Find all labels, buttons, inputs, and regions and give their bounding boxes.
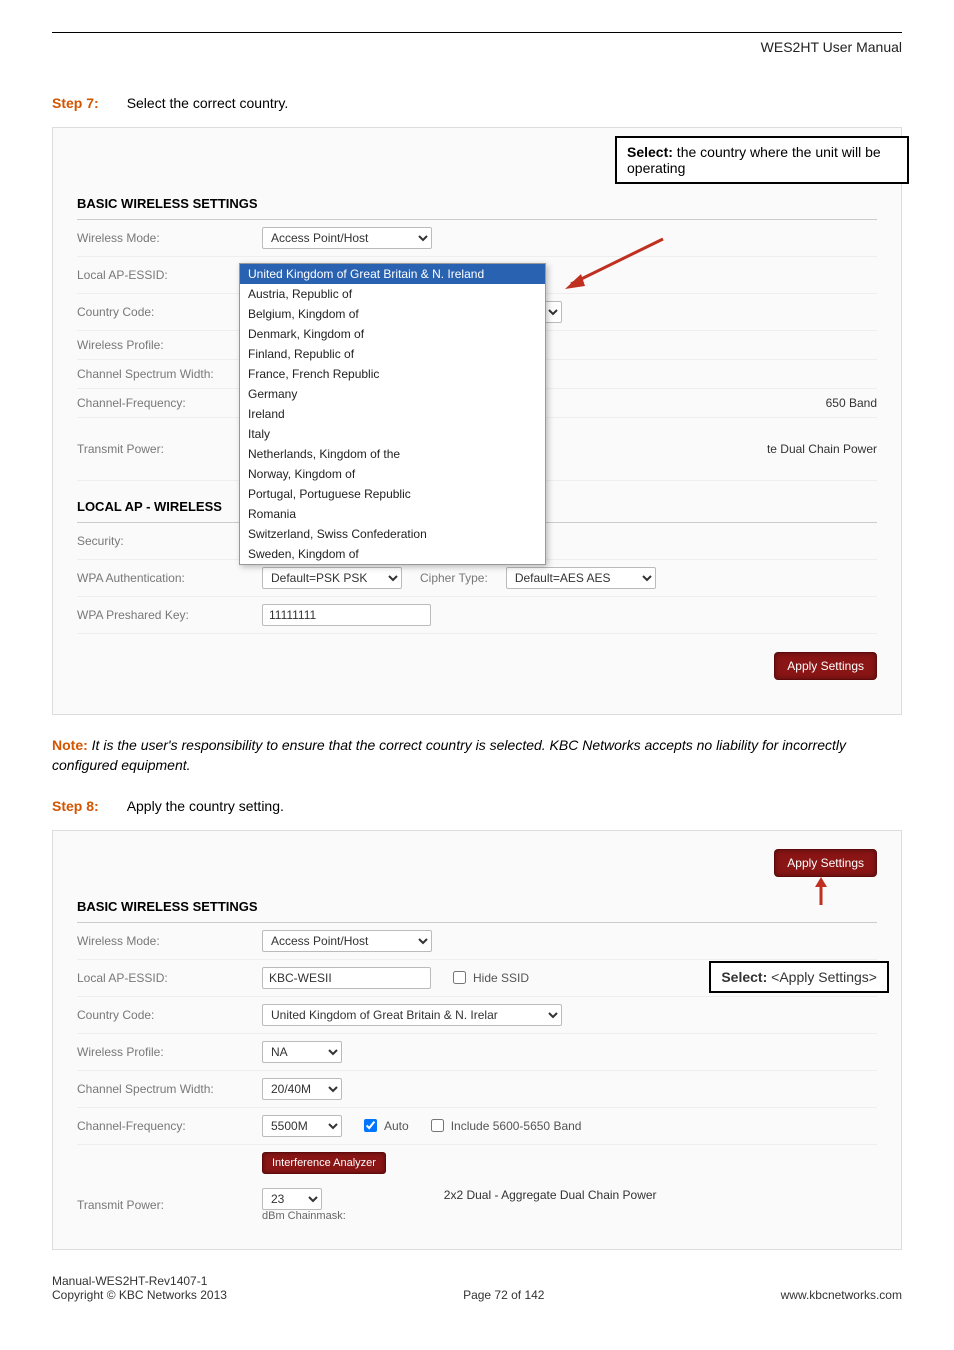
arrow-up-icon xyxy=(811,877,831,907)
note-label: Note: xyxy=(52,737,88,753)
essid-input[interactable] xyxy=(262,967,431,989)
tp-label: Transmit Power: xyxy=(77,442,262,456)
cf-select[interactable]: 5500M xyxy=(262,1115,342,1137)
country-option[interactable]: Switzerland, Swiss Confederation xyxy=(240,524,545,544)
cf-label: Channel-Frequency: xyxy=(77,396,262,410)
hide-ssid-checkbox[interactable] xyxy=(453,971,466,984)
csw-label: Channel Spectrum Width: xyxy=(77,1082,262,1096)
country-option[interactable]: Denmark, Kingdom of xyxy=(240,324,545,344)
country-option[interactable]: Belgium, Kingdom of xyxy=(240,304,545,324)
country-option[interactable]: Austria, Republic of xyxy=(240,284,545,304)
footer-page: Page 72 of 142 xyxy=(463,1288,544,1302)
section-basic-wireless: BASIC WIRELESS SETTINGS xyxy=(77,188,877,220)
country-code-label: Country Code: xyxy=(77,1008,262,1022)
aggregate-power-text: 2x2 Dual - Aggregate Dual Chain Power xyxy=(444,1188,657,1202)
cf-label: Channel-Frequency: xyxy=(77,1119,262,1133)
country-option[interactable]: Italy xyxy=(240,424,545,444)
csw-select[interactable]: 20/40M xyxy=(262,1078,342,1100)
wireless-mode-select[interactable]: Access Point/Host xyxy=(262,227,432,249)
apply-settings-button[interactable]: Apply Settings xyxy=(774,652,877,680)
cipher-label: Cipher Type: xyxy=(420,571,488,585)
step7-text: Select the correct country. xyxy=(127,95,289,111)
security-label: Security: xyxy=(77,534,262,548)
essid-label: Local AP-ESSID: xyxy=(77,971,262,985)
step8-text: Apply the country setting. xyxy=(127,798,284,814)
cipher-select[interactable]: Default=AES AES xyxy=(506,567,656,589)
interference-analyzer-button[interactable]: Interference Analyzer xyxy=(262,1152,386,1174)
include-band-label: Include 5600-5650 Band xyxy=(451,1119,582,1133)
note-body: It is the user's responsibility to ensur… xyxy=(52,737,846,773)
country-code-label: Country Code: xyxy=(77,305,262,319)
wpa-auth-select[interactable]: Default=PSK PSK xyxy=(262,567,402,589)
csw-label: Channel Spectrum Width: xyxy=(77,367,262,381)
apply-settings-button[interactable]: Apply Settings xyxy=(774,849,877,877)
hide-ssid-label: Hide SSID xyxy=(473,971,529,985)
wireless-profile-select[interactable]: NA xyxy=(262,1041,342,1063)
footer-copyright: Copyright © KBC Networks 2013 xyxy=(52,1288,227,1302)
callout-select-country: Select: the country where the unit will … xyxy=(615,136,909,184)
essid-label: Local AP-ESSID: xyxy=(77,268,262,282)
country-option[interactable]: Ireland xyxy=(240,404,545,424)
auto-checkbox[interactable] xyxy=(364,1119,377,1132)
country-dropdown-list[interactable]: United Kingdom of Great Britain & N. Ire… xyxy=(239,263,546,565)
wireless-mode-label: Wireless Mode: xyxy=(77,231,262,245)
wpa-auth-label: WPA Authentication: xyxy=(77,571,262,585)
country-option[interactable]: Sweden, Kingdom of xyxy=(240,544,545,564)
step8-label: Step 8: xyxy=(52,798,99,814)
country-option[interactable]: Portugal, Portuguese Republic xyxy=(240,484,545,504)
country-option[interactable]: United Kingdom of Great Britain & N. Ire… xyxy=(240,264,545,284)
country-option[interactable]: Finland, Republic of xyxy=(240,344,545,364)
step7-label: Step 7: xyxy=(52,95,99,111)
footer-url: www.kbcnetworks.com xyxy=(781,1288,902,1302)
footer-manual-id: Manual-WES2HT-Rev1407-1 xyxy=(52,1274,227,1288)
include-band-checkbox[interactable] xyxy=(431,1119,444,1132)
tp-label: Transmit Power: xyxy=(77,1198,262,1212)
auto-label: Auto xyxy=(384,1119,409,1133)
callout-apply-settings: Select: <Apply Settings> xyxy=(709,961,889,993)
doc-title: WES2HT User Manual xyxy=(52,39,902,55)
country-code-select[interactable]: United Kingdom of Great Britain & N. Ire… xyxy=(262,1004,562,1026)
wireless-mode-select[interactable]: Access Point/Host xyxy=(262,930,432,952)
psk-label: WPA Preshared Key: xyxy=(77,608,262,622)
band-text: 650 Band xyxy=(826,396,877,410)
wireless-profile-label: Wireless Profile: xyxy=(77,338,262,352)
wireless-profile-label: Wireless Profile: xyxy=(77,1045,262,1059)
country-option[interactable]: Netherlands, Kingdom of the xyxy=(240,444,545,464)
country-option[interactable]: Germany xyxy=(240,384,545,404)
chainmask-label: dBm Chainmask: xyxy=(262,1210,346,1222)
country-option[interactable]: Norway, Kingdom of xyxy=(240,464,545,484)
country-option[interactable]: Romania xyxy=(240,504,545,524)
psk-input[interactable] xyxy=(262,604,431,626)
country-option[interactable]: France, French Republic xyxy=(240,364,545,384)
section-basic-wireless: BASIC WIRELESS SETTINGS xyxy=(77,891,877,923)
chainpower-text: te Dual Chain Power xyxy=(767,442,877,456)
tp-select[interactable]: 23 xyxy=(262,1188,322,1210)
arrow-icon xyxy=(553,234,673,304)
wireless-mode-label: Wireless Mode: xyxy=(77,934,262,948)
